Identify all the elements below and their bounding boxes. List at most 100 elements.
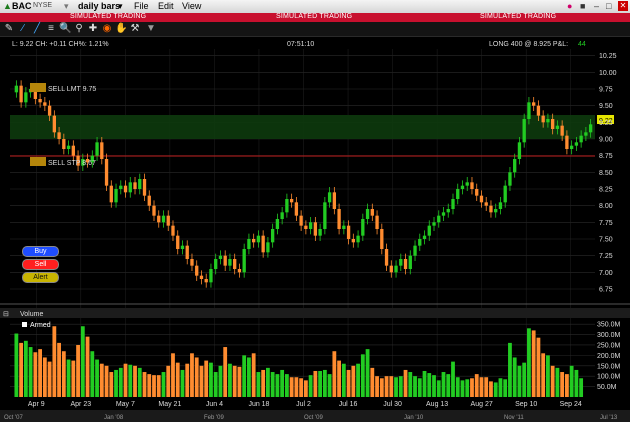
volume-bar xyxy=(384,376,389,397)
volume-bar xyxy=(71,360,76,397)
price-tick-label: 7.25 xyxy=(599,253,613,260)
volume-bar xyxy=(185,363,190,397)
close-icon[interactable]: ✕ xyxy=(618,1,628,11)
candle-body xyxy=(138,179,142,189)
volume-collapse-icon[interactable]: ⊟ xyxy=(3,311,9,318)
volume-bar xyxy=(242,355,247,397)
armed-check-icon[interactable] xyxy=(22,322,27,327)
price-chart-svg[interactable]: SELL LMT 9.75 SELL STP 8.67 9.22 10.2510… xyxy=(0,37,630,422)
exchange-label: NYSE xyxy=(33,2,53,9)
bar-type-select[interactable]: daily bars xyxy=(78,1,120,11)
bar-type-chevron-icon[interactable]: ▾ xyxy=(118,1,123,12)
price-tick-label: 10.00 xyxy=(599,70,617,77)
volume-bar xyxy=(180,369,185,397)
volume-bar xyxy=(531,330,536,397)
volume-bar xyxy=(57,342,61,397)
candle-body xyxy=(133,182,137,189)
volume-bar xyxy=(541,353,546,397)
trend-tool-icon[interactable]: ╱ xyxy=(31,23,43,35)
volume-bar xyxy=(356,363,360,397)
pointer-icon[interactable]: ✎ xyxy=(3,23,15,35)
candle-body xyxy=(384,249,389,266)
candle-body xyxy=(147,195,151,206)
volume-bar xyxy=(166,365,171,397)
sell-stp-label[interactable]: SELL STP 8.67 xyxy=(48,160,96,167)
candle-body xyxy=(57,132,61,139)
volume-bar xyxy=(527,328,531,397)
volume-bar xyxy=(474,374,479,397)
candle-body xyxy=(484,202,488,206)
crosshair-icon[interactable]: ✚ xyxy=(87,23,99,35)
armed-checkbox[interactable]: Armed xyxy=(22,322,51,329)
candle-body xyxy=(185,245,189,259)
candle-body xyxy=(119,185,123,189)
volume-bar xyxy=(569,365,574,397)
candle-body xyxy=(437,215,441,223)
symbol-label[interactable]: BAC xyxy=(12,1,32,11)
hand-icon[interactable]: ✋ xyxy=(115,23,127,35)
volume-bar xyxy=(303,380,308,397)
history-tick-label: Jan '10 xyxy=(404,415,424,421)
sell-lmt-label[interactable]: SELL LMT 9.75 xyxy=(48,86,96,93)
volume-bar xyxy=(76,344,80,397)
wrench-icon[interactable]: ⚒ xyxy=(129,23,141,35)
candle-body xyxy=(323,202,327,229)
candle-body xyxy=(242,249,246,273)
candle-body xyxy=(195,265,199,276)
volume-bar xyxy=(218,365,223,397)
candle-body xyxy=(256,235,261,243)
candle-body xyxy=(261,235,265,253)
price-tick-label: 8.75 xyxy=(599,153,613,160)
candle-body xyxy=(204,279,208,283)
toolbar-chevron-icon[interactable]: ▼ xyxy=(145,23,157,35)
volume-bar xyxy=(432,375,436,397)
lock-icon[interactable]: ■ xyxy=(580,1,585,11)
symbol-icon: ▲ xyxy=(3,1,12,11)
volume-bar xyxy=(95,359,99,397)
volume-bar xyxy=(341,363,346,397)
candle-body xyxy=(176,235,180,249)
menu-file[interactable]: File xyxy=(134,1,149,11)
candle-body xyxy=(171,225,175,236)
price-tick-label: 7.75 xyxy=(599,220,613,227)
dropdown-icon[interactable]: ▾ xyxy=(64,1,69,12)
fib-tool-icon[interactable]: ≡ xyxy=(45,23,57,35)
volume-bar xyxy=(61,351,66,397)
menu-view[interactable]: View xyxy=(182,1,201,11)
date-tick-label: Jun 18 xyxy=(248,401,269,408)
volume-tick-label: 100.0M xyxy=(597,374,621,381)
candle-body xyxy=(237,269,242,273)
volume-bar xyxy=(266,367,270,397)
buy-button[interactable]: Buy xyxy=(22,246,59,257)
menu-edit[interactable]: Edit xyxy=(158,1,174,11)
zoom-out-icon[interactable]: ⚲ xyxy=(73,23,85,35)
volume-bar xyxy=(512,357,517,397)
zoom-in-icon[interactable]: 🔍 xyxy=(59,23,71,35)
candle-body xyxy=(527,102,531,119)
candle-body xyxy=(555,125,560,129)
chart-area[interactable]: SELL LMT 9.75 SELL STP 8.67 9.22 10.25 10… xyxy=(0,37,630,422)
history-tick-label: Oct '09 xyxy=(304,415,323,421)
volume-bar xyxy=(579,378,584,397)
candle-body xyxy=(574,142,579,146)
volume-bar xyxy=(446,374,451,397)
target-icon[interactable]: ◉ xyxy=(101,23,113,35)
candle-body xyxy=(441,212,446,216)
line-tool-icon[interactable]: ∕ xyxy=(17,23,29,35)
sell-button[interactable]: Sell xyxy=(22,259,59,270)
volume-tick-label: 150.0M xyxy=(597,363,621,370)
volume-bar xyxy=(379,378,384,397)
alert-button[interactable]: Alert xyxy=(22,272,59,283)
header-time: 07:51:10 xyxy=(287,41,314,48)
link-icon[interactable]: ● xyxy=(567,1,572,11)
maximize-icon[interactable]: □ xyxy=(606,1,611,11)
candle-body xyxy=(380,229,384,249)
volume-bar xyxy=(256,372,261,397)
volume-bar xyxy=(327,374,332,397)
candle-body xyxy=(413,245,417,256)
banner-center: SIMULATED TRADING xyxy=(276,13,353,20)
volume-bar xyxy=(104,365,109,397)
volume-bar xyxy=(152,375,156,397)
candle-body xyxy=(38,99,42,103)
minimize-icon[interactable]: – xyxy=(594,1,599,11)
